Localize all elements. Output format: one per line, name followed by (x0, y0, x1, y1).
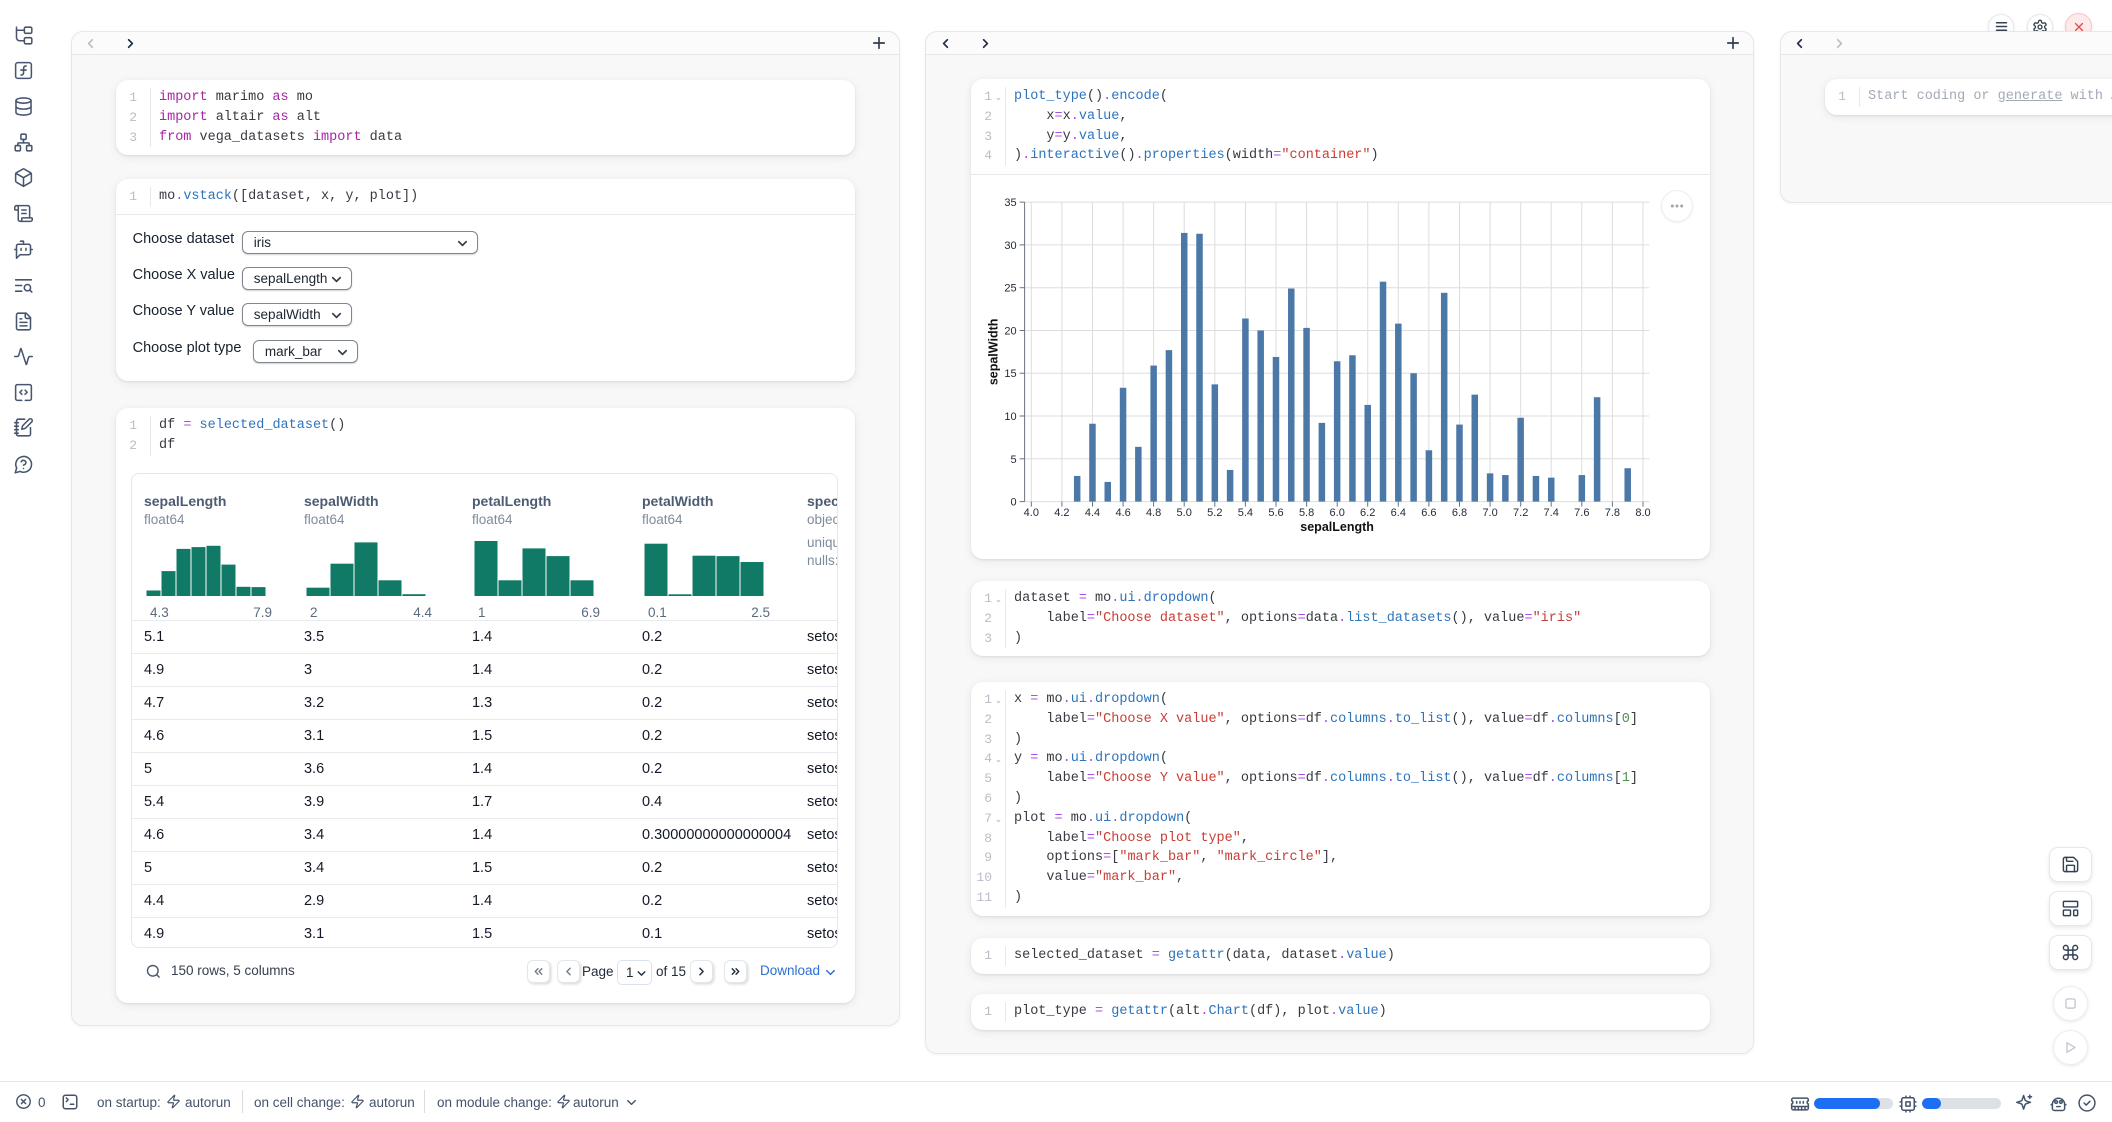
svg-text:6.2: 6.2 (1360, 507, 1375, 519)
svg-text:8.0: 8.0 (1635, 507, 1650, 519)
svg-text:6.4: 6.4 (1391, 507, 1406, 519)
svg-text:sepalLength: sepalLength (1300, 520, 1374, 534)
svg-text:4.4: 4.4 (1085, 507, 1100, 519)
svg-text:7.6: 7.6 (1574, 507, 1589, 519)
svg-text:0: 0 (1010, 497, 1016, 509)
svg-text:4.8: 4.8 (1146, 507, 1161, 519)
svg-text:10: 10 (1004, 411, 1016, 423)
svg-text:7.2: 7.2 (1513, 507, 1528, 519)
svg-text:30: 30 (1004, 240, 1016, 252)
svg-text:15: 15 (1004, 368, 1016, 380)
svg-text:5.8: 5.8 (1299, 507, 1314, 519)
svg-text:6.6: 6.6 (1421, 507, 1436, 519)
svg-text:7.0: 7.0 (1482, 507, 1497, 519)
svg-text:5: 5 (1010, 454, 1016, 466)
svg-text:20: 20 (1004, 326, 1016, 338)
svg-text:5.4: 5.4 (1238, 507, 1253, 519)
svg-text:4.0: 4.0 (1024, 507, 1039, 519)
svg-text:5.0: 5.0 (1177, 507, 1192, 519)
svg-text:7.4: 7.4 (1544, 507, 1559, 519)
svg-text:6.8: 6.8 (1452, 507, 1467, 519)
svg-text:35: 35 (1004, 197, 1016, 209)
svg-text:25: 25 (1004, 283, 1016, 295)
svg-text:7.8: 7.8 (1605, 507, 1620, 519)
svg-text:5.6: 5.6 (1268, 507, 1283, 519)
svg-text:5.2: 5.2 (1207, 507, 1222, 519)
svg-text:4.2: 4.2 (1054, 507, 1069, 519)
svg-text:6.0: 6.0 (1330, 507, 1345, 519)
svg-text:4.6: 4.6 (1115, 507, 1130, 519)
svg-text:sepalWidth: sepalWidth (987, 319, 1001, 386)
